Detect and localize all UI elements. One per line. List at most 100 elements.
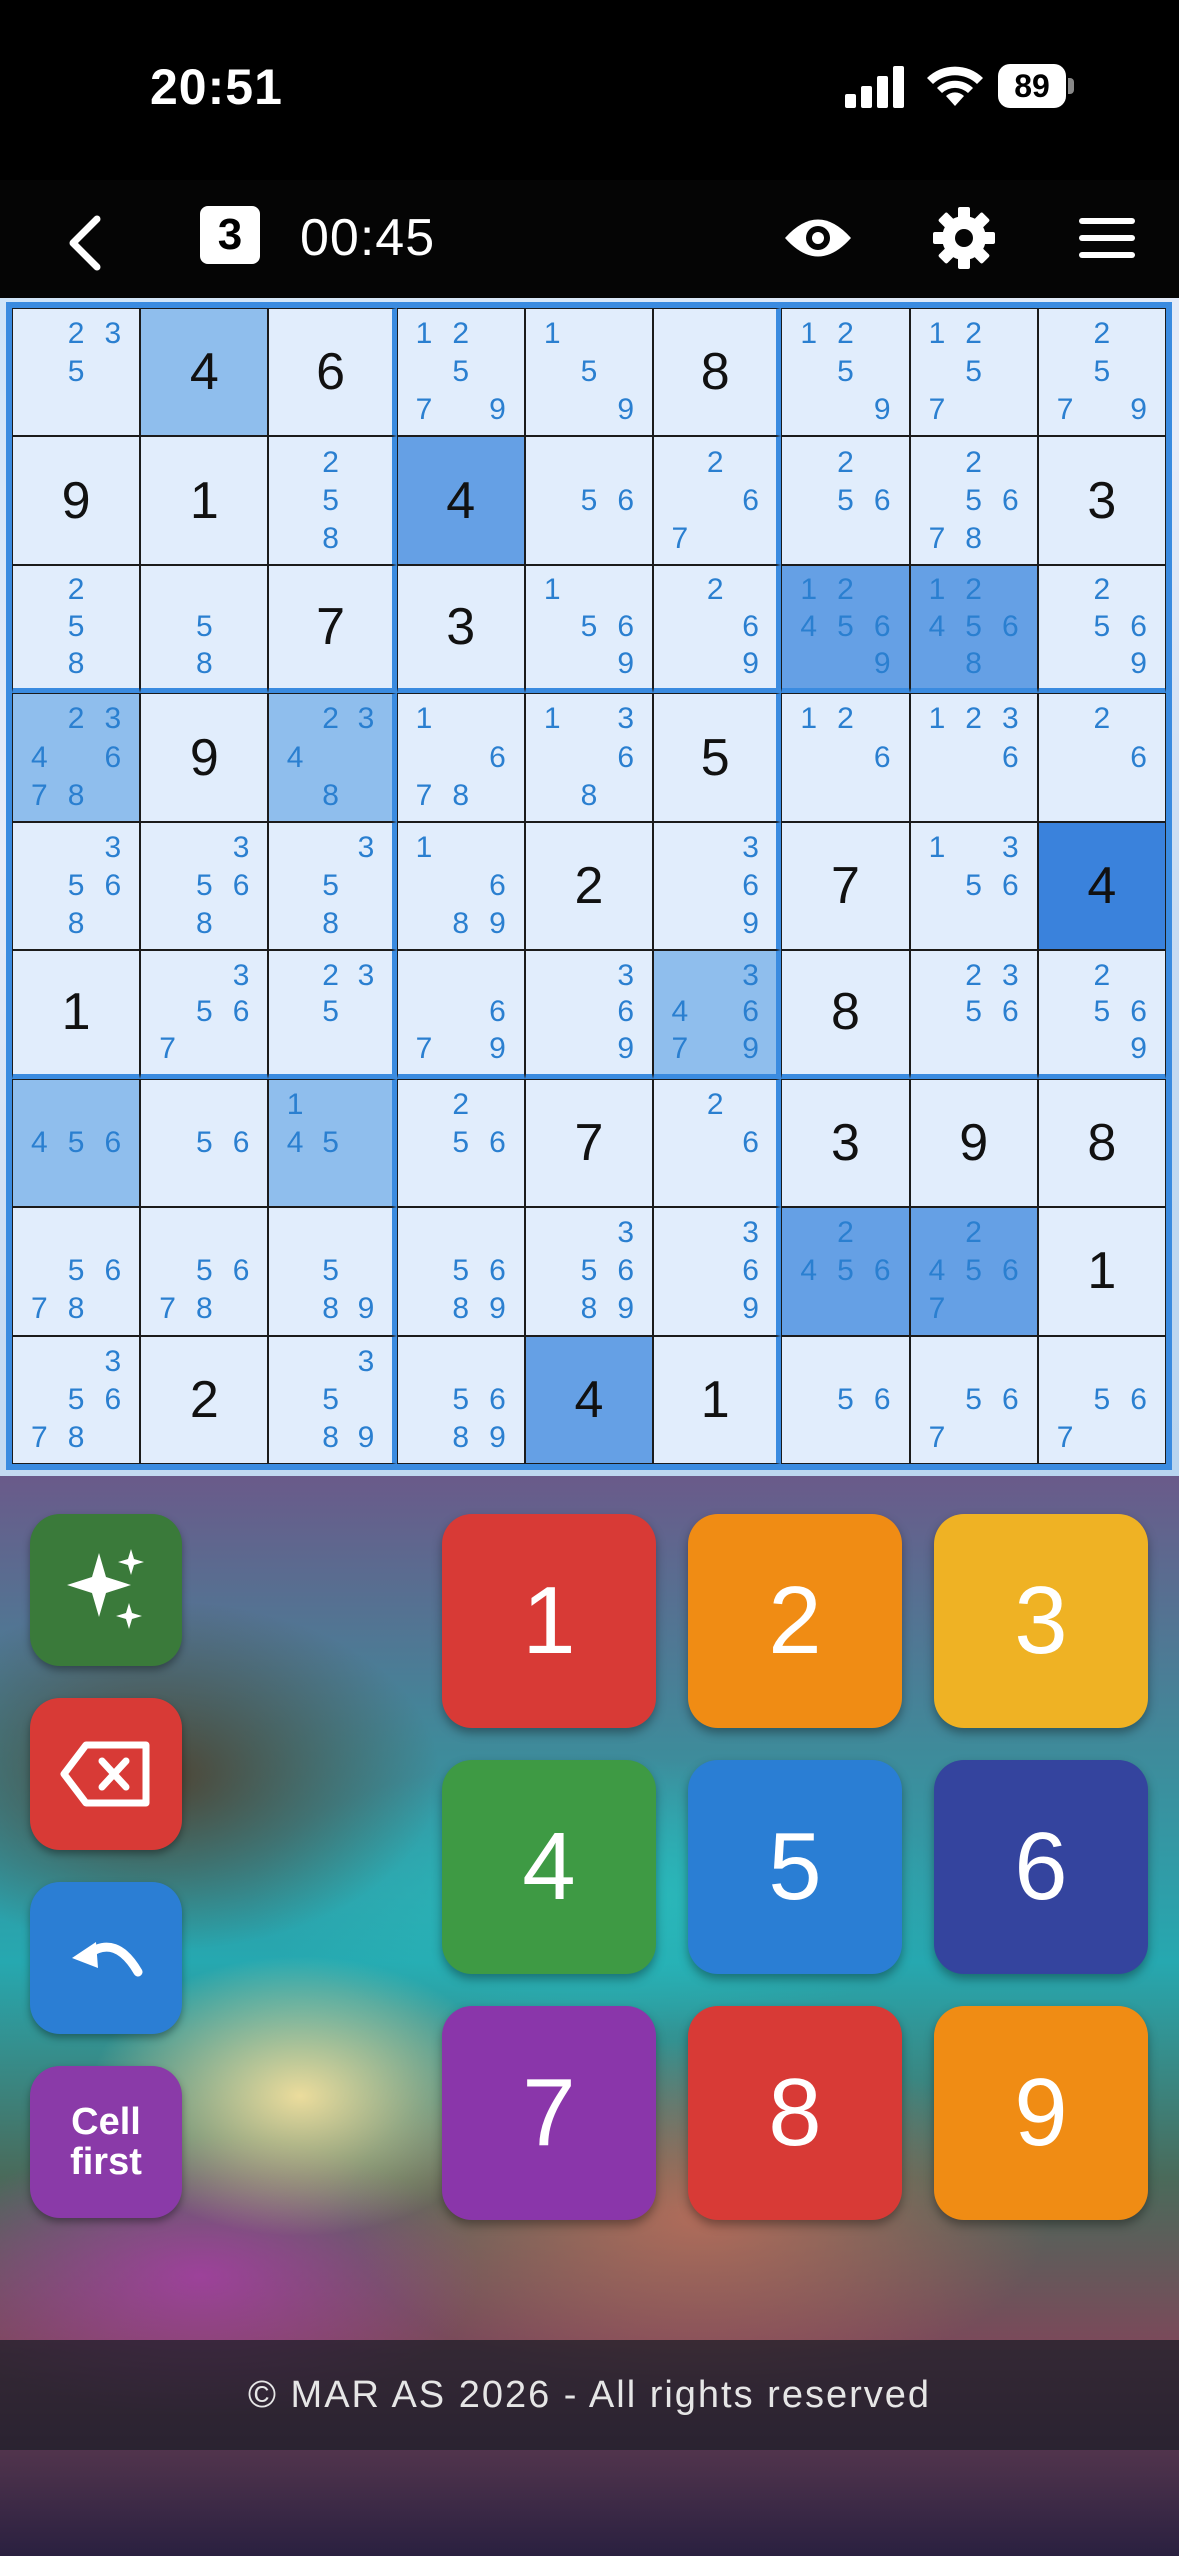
number-button-3[interactable]: 3 (934, 1514, 1148, 1728)
sudoku-cell-r9c3[interactable]: 35 89 (268, 1335, 397, 1464)
sudoku-cell-r8c6[interactable]: 3 6 9 (653, 1207, 782, 1336)
sudoku-cell-r2c3[interactable]: 2 5 8 (268, 436, 397, 565)
candidate-note (406, 1290, 443, 1328)
sudoku-cell-r9c2[interactable]: 2 (140, 1335, 269, 1464)
sudoku-cell-r7c5[interactable]: 7 (524, 1078, 654, 1208)
sudoku-cell-r5c2[interactable]: 3568 (140, 821, 269, 951)
sudoku-cell-r8c3[interactable]: 5 89 (268, 1207, 397, 1336)
sudoku-cell-r5c6[interactable]: 3 6 9 (653, 821, 782, 951)
sudoku-cell-r6c5[interactable]: 369 (524, 950, 654, 1079)
sudoku-cell-r9c6[interactable]: 1 (653, 1335, 782, 1464)
sudoku-cell-r3c8[interactable]: 124568 (909, 564, 1038, 694)
sudoku-cell-r9c5[interactable]: 4 (524, 1335, 654, 1464)
sudoku-cell-r3c9[interactable]: 2569 (1037, 564, 1166, 694)
sudoku-cell-r9c9[interactable]: 56 7 (1037, 1335, 1166, 1464)
sudoku-cell-r2c1[interactable]: 9 (12, 436, 141, 565)
sudoku-cell-r2c6[interactable]: 26 7 (653, 436, 782, 565)
sudoku-cell-r1c3[interactable]: 6 (268, 308, 397, 437)
sudoku-cell-r1c4[interactable]: 12 57 9 (396, 308, 525, 437)
sudoku-cell-r7c9[interactable]: 8 (1037, 1078, 1166, 1208)
sudoku-cell-r2c8[interactable]: 2 56 78 (909, 436, 1038, 565)
sudoku-cell-r1c9[interactable]: 2 57 9 (1037, 308, 1166, 437)
sudoku-cell-r1c2[interactable]: 4 (140, 308, 269, 437)
sudoku-cell-r4c9[interactable]: 26 (1037, 693, 1166, 822)
sudoku-cell-r8c4[interactable]: 5689 (396, 1207, 525, 1336)
sudoku-cell-r6c7[interactable]: 8 (781, 950, 910, 1079)
sudoku-cell-r8c7[interactable]: 2456 (781, 1207, 910, 1336)
sudoku-cell-r4c3[interactable]: 23 48 (268, 693, 397, 822)
sudoku-cell-r3c7[interactable]: 124569 (781, 564, 910, 694)
sudoku-cell-r2c4[interactable]: 4 (396, 436, 525, 565)
sudoku-cell-r1c8[interactable]: 12 57 (909, 308, 1038, 437)
number-button-4[interactable]: 4 (442, 1760, 656, 1974)
sudoku-cell-r6c2[interactable]: 356 7 (140, 950, 269, 1079)
sudoku-cell-r4c4[interactable]: 1678 (396, 693, 525, 822)
sudoku-cell-r3c4[interactable]: 3 (396, 564, 525, 694)
sudoku-cell-r4c1[interactable]: 23 4 6 78 (12, 693, 141, 822)
number-button-7[interactable]: 7 (442, 2006, 656, 2220)
sudoku-cell-r7c6[interactable]: 26 (653, 1078, 782, 1208)
sudoku-cell-r4c5[interactable]: 1 3 68 (524, 693, 654, 822)
sudoku-cell-r8c9[interactable]: 1 (1037, 1207, 1166, 1336)
sudoku-cell-r1c5[interactable]: 159 (524, 308, 654, 437)
menu-button[interactable] (1075, 208, 1139, 268)
undo-button[interactable] (30, 1882, 182, 2034)
game-timer: 00:45 (300, 209, 436, 267)
sudoku-cell-r5c3[interactable]: 35 8 (268, 821, 397, 951)
sudoku-cell-r2c2[interactable]: 1 (140, 436, 269, 565)
number-button-5[interactable]: 5 (688, 1760, 902, 1974)
sudoku-cell-r4c7[interactable]: 126 (781, 693, 910, 822)
sudoku-cell-r2c9[interactable]: 3 (1037, 436, 1166, 565)
sudoku-cell-r9c8[interactable]: 56 7 (909, 1335, 1038, 1464)
reveal-button[interactable] (782, 202, 854, 274)
back-button[interactable] (50, 208, 120, 278)
sudoku-cell-r5c4[interactable]: 1689 (396, 821, 525, 951)
number-button-6[interactable]: 6 (934, 1760, 1148, 1974)
sudoku-cell-r3c5[interactable]: 1569 (524, 564, 654, 694)
sudoku-cell-r4c6[interactable]: 5 (653, 693, 782, 822)
sudoku-cell-r6c4[interactable]: 6 7 9 (396, 950, 525, 1079)
sudoku-cell-r8c1[interactable]: 56 78 (12, 1207, 141, 1336)
sudoku-cell-r7c3[interactable]: 1 45 (268, 1078, 397, 1208)
sudoku-cell-r3c6[interactable]: 269 (653, 564, 782, 694)
number-button-2[interactable]: 2 (688, 1514, 902, 1728)
sudoku-cell-r9c7[interactable]: 56 (781, 1335, 910, 1464)
sudoku-cell-r4c2[interactable]: 9 (140, 693, 269, 822)
sudoku-cell-r9c1[interactable]: 356 78 (12, 1335, 141, 1464)
sudoku-cell-r8c8[interactable]: 2456 7 (909, 1207, 1038, 1336)
sudoku-cell-r6c8[interactable]: 2356 (909, 950, 1038, 1079)
sudoku-cell-r5c7[interactable]: 7 (781, 821, 910, 951)
sudoku-cell-r1c6[interactable]: 8 (653, 308, 782, 437)
number-button-9[interactable]: 9 (934, 2006, 1148, 2220)
number-button-1[interactable]: 1 (442, 1514, 656, 1728)
sudoku-cell-r5c1[interactable]: 3568 (12, 821, 141, 951)
sudoku-cell-r2c5[interactable]: 56 (524, 436, 654, 565)
sudoku-cell-r7c1[interactable]: 456 (12, 1078, 141, 1208)
sudoku-cell-r3c3[interactable]: 7 (268, 564, 397, 694)
sudoku-cell-r1c1[interactable]: 235 (12, 308, 141, 437)
sudoku-cell-r6c3[interactable]: 235 (268, 950, 397, 1079)
sudoku-cell-r5c8[interactable]: 1 356 (909, 821, 1038, 951)
sudoku-cell-r6c1[interactable]: 1 (12, 950, 141, 1079)
sudoku-cell-r8c2[interactable]: 56 78 (140, 1207, 269, 1336)
sudoku-cell-r2c7[interactable]: 2 56 (781, 436, 910, 565)
sudoku-cell-r3c2[interactable]: 58 (140, 564, 269, 694)
sudoku-cell-r5c9[interactable]: 4 (1037, 821, 1166, 951)
sudoku-cell-r9c4[interactable]: 5689 (396, 1335, 525, 1464)
sudoku-cell-r1c7[interactable]: 12 59 (781, 308, 910, 437)
cell-first-button[interactable]: Cell first (30, 2066, 182, 2218)
sudoku-cell-r7c7[interactable]: 3 (781, 1078, 910, 1208)
sudoku-cell-r7c8[interactable]: 9 (909, 1078, 1038, 1208)
sudoku-cell-r7c4[interactable]: 2 56 (396, 1078, 525, 1208)
settings-button[interactable] (928, 200, 1000, 276)
sudoku-cell-r8c5[interactable]: 35689 (524, 1207, 654, 1336)
sudoku-cell-r7c2[interactable]: 56 (140, 1078, 269, 1208)
hint-button[interactable] (30, 1514, 182, 1666)
sudoku-cell-r5c5[interactable]: 2 (524, 821, 654, 951)
sudoku-cell-r3c1[interactable]: 258 (12, 564, 141, 694)
sudoku-cell-r6c6[interactable]: 3 4 6 7 9 (653, 950, 782, 1079)
number-button-8[interactable]: 8 (688, 2006, 902, 2220)
sudoku-cell-r4c8[interactable]: 123 6 (909, 693, 1038, 822)
sudoku-cell-r6c9[interactable]: 2569 (1037, 950, 1166, 1079)
erase-button[interactable] (30, 1698, 182, 1850)
